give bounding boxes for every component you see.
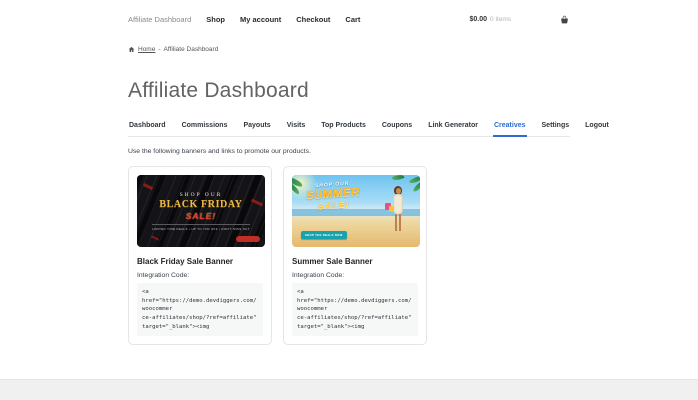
banner-heading: BLACK FRIDAY xyxy=(159,198,243,210)
cart-total-link[interactable]: $0.00 0 items xyxy=(470,16,511,23)
black-friday-banner-image: SHOP OUR BLACK FRIDAY SALE! LIMITED TIME… xyxy=(137,175,265,247)
breadcrumb-current: Affiliate Dashboard xyxy=(163,46,219,53)
tab-coupons[interactable]: Coupons xyxy=(381,118,413,136)
page-container: Affiliate Dashboard Shop My account Chec… xyxy=(128,0,609,346)
breadcrumb-separator: - xyxy=(158,46,161,53)
creative-title: Black Friday Sale Banner xyxy=(137,257,234,266)
banner-cta-button: SHOP THE DEALS NOW xyxy=(301,231,347,239)
creative-title: Summer Sale Banner xyxy=(292,257,373,266)
nav-link-checkout[interactable]: Checkout xyxy=(296,15,330,24)
tab-commissions[interactable]: Commissions xyxy=(181,118,229,136)
creative-card-summer: SHOP OUR SUMMER SALE! SHOP THE DEALS NOW… xyxy=(283,166,427,346)
banner-kicker: SHOP OUR xyxy=(179,191,223,198)
banner-text-group: SHOP OUR SUMMER SALE! xyxy=(296,180,370,213)
shopper-figure-decor xyxy=(385,186,407,240)
banner-tagline: LIMITED TIME DEALS • UP TO 70% OFF • DON… xyxy=(152,224,250,231)
page-title: Affiliate Dashboard xyxy=(128,79,309,102)
summer-banner-image: SHOP OUR SUMMER SALE! SHOP THE DEALS NOW xyxy=(292,175,420,247)
top-nav: Affiliate Dashboard Shop My account Chec… xyxy=(128,0,570,25)
home-icon xyxy=(128,46,135,53)
creative-card-black-friday: SHOP OUR BLACK FRIDAY SALE! LIMITED TIME… xyxy=(128,166,272,346)
nav-link-my-account[interactable]: My account xyxy=(240,15,281,24)
tab-link-generator[interactable]: Link Generator xyxy=(427,118,479,136)
cart-items-count: 0 items xyxy=(490,16,511,23)
tab-dashboard[interactable]: Dashboard xyxy=(128,118,167,136)
page-footer xyxy=(0,379,698,400)
tab-logout[interactable]: Logout xyxy=(584,118,610,136)
tab-top-products[interactable]: Top Products xyxy=(320,118,367,136)
nav-cart-area: $0.00 0 items xyxy=(470,14,570,25)
integration-code-block[interactable]: <a href="https://demo.devdiggers.com/woo… xyxy=(137,283,263,337)
cart-icon[interactable] xyxy=(559,14,570,25)
cart-total: $0.00 xyxy=(469,16,488,23)
tab-payouts[interactable]: Payouts xyxy=(242,118,271,136)
creatives-grid: SHOP OUR BLACK FRIDAY SALE! LIMITED TIME… xyxy=(128,166,570,346)
nav-link-cart[interactable]: Cart xyxy=(345,15,360,24)
tab-creatives[interactable]: Creatives xyxy=(492,118,527,137)
tab-bar: Dashboard Commissions Payouts Visits Top… xyxy=(128,118,609,137)
palm-leaf-decor xyxy=(391,175,405,182)
breadcrumb: Home - Affiliate Dashboard xyxy=(128,46,570,53)
integration-code-label: Integration Code: xyxy=(137,272,190,279)
tab-settings[interactable]: Settings xyxy=(541,118,571,136)
intro-text: Use the following banners and links to p… xyxy=(128,148,311,155)
integration-code-label: Integration Code: xyxy=(292,272,345,279)
breadcrumb-home-link[interactable]: Home xyxy=(138,46,155,53)
tab-visits[interactable]: Visits xyxy=(286,118,307,136)
banner-subheading: SALE! xyxy=(185,210,217,221)
integration-code-block[interactable]: <a href="https://demo.devdiggers.com/woo… xyxy=(292,283,418,337)
banner-cta-pill xyxy=(236,236,260,242)
nav-link-shop[interactable]: Shop xyxy=(206,15,225,24)
site-title-link[interactable]: Affiliate Dashboard xyxy=(128,15,191,24)
